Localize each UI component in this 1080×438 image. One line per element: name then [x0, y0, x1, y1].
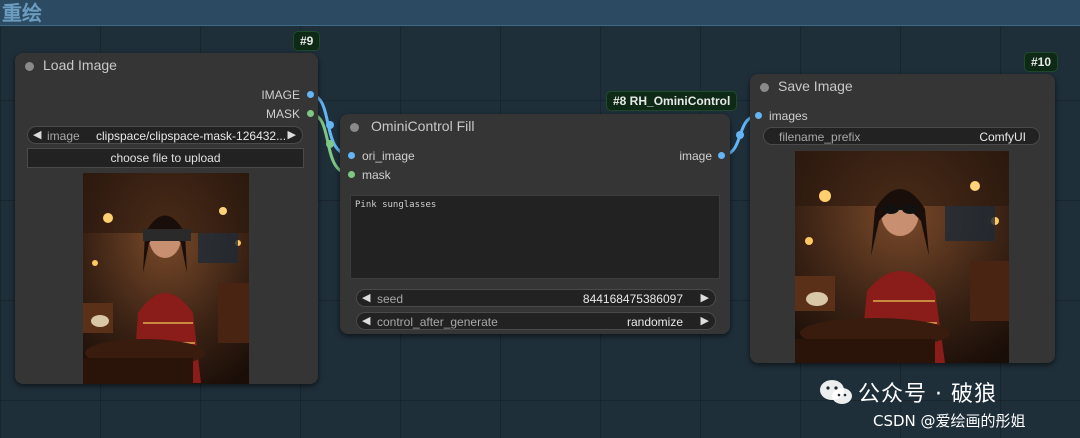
upload-button[interactable]: choose file to upload	[27, 148, 304, 168]
input-mask-label: mask	[362, 168, 391, 182]
seed-widget[interactable]: ◀ seed 844168475386097 ▶	[356, 289, 716, 307]
input-images-label: images	[769, 109, 808, 123]
ominicontrol-fill-node[interactable]: OminiControl Fill ori_image mask image P…	[340, 114, 730, 334]
node-id-badge: #10	[1024, 52, 1059, 72]
wechat-watermark: 公众号 · 破狼	[858, 382, 997, 407]
arrow-right-icon[interactable]: ▶	[701, 314, 709, 327]
arrow-left-icon[interactable]: ◀	[33, 128, 41, 141]
widget-value: clipspace/clipspace-mask-126432...	[96, 129, 287, 143]
widget-value: 844168475386097	[582, 292, 683, 306]
input-ori-image-label: ori_image	[362, 149, 415, 163]
widget-value: ComfyUI	[979, 130, 1026, 144]
output-mask-port[interactable]	[307, 110, 314, 117]
image-preview	[795, 151, 1009, 363]
node-id-badge: #9	[293, 31, 321, 51]
image-preview	[83, 173, 249, 384]
collapse-dot[interactable]	[760, 83, 769, 92]
wechat-logo-icon	[820, 380, 852, 404]
node-header[interactable]: Save Image	[750, 74, 1055, 100]
widget-label: filename_prefix	[779, 130, 861, 144]
node-header[interactable]: Load Image	[15, 53, 318, 79]
node-id-badge: #8 RH_OminiControl	[606, 91, 738, 111]
widget-label: seed	[377, 292, 404, 306]
group-header[interactable]: 重绘	[0, 0, 1080, 26]
output-image-label: image	[679, 149, 712, 163]
arrow-right-icon[interactable]: ▶	[288, 128, 296, 141]
arrow-right-icon[interactable]: ▶	[701, 291, 709, 304]
csdn-watermark: CSDN @爱绘画的彤姐	[873, 412, 1026, 430]
arrow-left-icon[interactable]: ◀	[362, 291, 370, 304]
node-title: Load Image	[43, 57, 117, 73]
group-title: 重绘	[2, 1, 42, 25]
filename-prefix-widget[interactable]: filename_prefix ComfyUI	[763, 127, 1040, 145]
node-title: OminiControl Fill	[371, 118, 475, 134]
control-after-generate-widget[interactable]: ◀ control_after_generate randomize ▶	[356, 312, 716, 330]
image-combo-widget[interactable]: ◀ image clipspace/clipspace-mask-126432.…	[27, 126, 303, 144]
output-image-port[interactable]	[718, 152, 725, 159]
node-header[interactable]: OminiControl Fill	[340, 114, 730, 140]
input-ori-image-port[interactable]	[348, 152, 355, 159]
load-image-node[interactable]: Load Image IMAGE MASK ◀ image clipspace/…	[15, 53, 318, 384]
save-image-node[interactable]: Save Image images filename_prefix ComfyU…	[750, 74, 1055, 363]
prompt-textarea[interactable]: Pink sunglasses	[350, 195, 720, 279]
widget-value: randomize	[626, 315, 683, 329]
widget-label: image	[47, 129, 80, 143]
output-mask-label: MASK	[265, 107, 300, 121]
input-mask-port[interactable]	[348, 171, 355, 178]
input-images-port[interactable]	[755, 112, 762, 119]
widget-label: control_after_generate	[377, 315, 498, 329]
output-image-label: IMAGE	[261, 88, 300, 102]
output-image-port[interactable]	[307, 91, 314, 98]
arrow-left-icon[interactable]: ◀	[362, 314, 370, 327]
collapse-dot[interactable]	[25, 62, 34, 71]
collapse-dot[interactable]	[350, 123, 359, 132]
node-title: Save Image	[778, 78, 853, 94]
